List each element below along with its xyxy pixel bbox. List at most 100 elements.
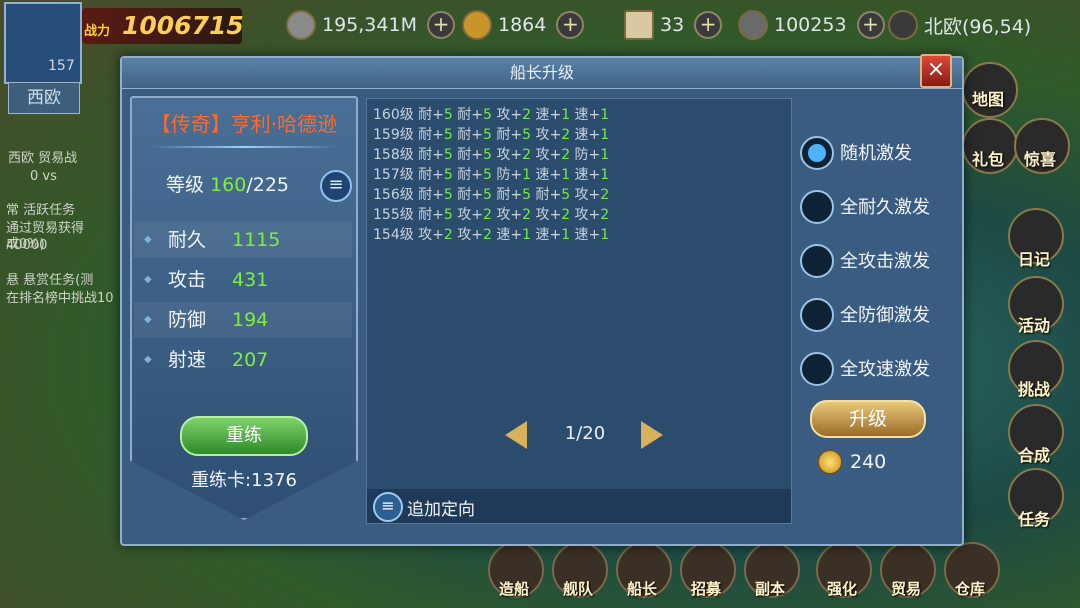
- captain-upgrade-dialog: 船长升级 × 【传奇】亨利·哈德逊 等级 160/225 ≡ ◆ 耐久 1115…: [120, 54, 964, 546]
- scroll-value: 33: [660, 14, 685, 36]
- log-entry: 速+1: [574, 227, 610, 243]
- log-entry: 速+1: [574, 167, 610, 183]
- add-gold-button[interactable]: +: [556, 11, 585, 39]
- log-line: 160级 耐+5 耐+5 攻+2 速+1 速+1: [373, 105, 609, 125]
- option-all-defense[interactable]: 全防御激发: [800, 296, 950, 336]
- log-level: 155级: [373, 207, 419, 223]
- stat-value: 207: [232, 349, 269, 371]
- log-level: 159级: [373, 127, 419, 143]
- captain-name: 【传奇】亨利·哈德逊: [150, 112, 338, 136]
- top-hud: 1006715 战力 157 西欧 195,341M + 1864 + 33 +…: [0, 0, 1080, 114]
- bottom-label-recruit[interactable]: 招募: [676, 578, 736, 599]
- left-hud-line[interactable]: 悬 悬赏任务(测: [6, 272, 93, 289]
- bottom-label-captain[interactable]: 船长: [612, 578, 672, 599]
- challenge-label[interactable]: 挑战: [1006, 376, 1062, 400]
- log-level: 158级: [373, 147, 419, 163]
- location-display[interactable]: 北欧(96,54): [888, 8, 1031, 42]
- prev-page-icon[interactable]: [505, 421, 527, 449]
- stat-value: 194: [232, 309, 269, 331]
- level-row: 等级 160/225: [166, 170, 289, 197]
- add-scroll-button[interactable]: +: [694, 11, 723, 39]
- left-hud-line[interactable]: 常 活跃任务: [6, 202, 75, 219]
- log-entry: 耐+5: [457, 127, 497, 143]
- append-direction-bar[interactable]: ≡ 追加定向: [367, 489, 791, 523]
- stat-value: 431: [232, 269, 269, 291]
- option-label[interactable]: 随机激发: [840, 139, 912, 165]
- power-label: 战力: [84, 24, 111, 39]
- option-label[interactable]: 全攻击激发: [840, 247, 930, 273]
- diary-label[interactable]: 日记: [1006, 246, 1062, 270]
- option-random[interactable]: 随机激发: [800, 134, 950, 174]
- log-entry: 速+1: [535, 167, 575, 183]
- add-silver-button[interactable]: +: [426, 11, 455, 39]
- log-entry: 攻+2: [418, 227, 458, 243]
- stat-label: 攻击: [168, 269, 207, 291]
- log-entry: 速+1: [535, 227, 575, 243]
- log-entry: 耐+5: [496, 187, 536, 203]
- silver-resource: 195,341M +: [286, 8, 455, 42]
- reset-button[interactable]: 重练: [180, 416, 308, 456]
- scroll-icon: [624, 10, 654, 40]
- next-page-icon[interactable]: [641, 421, 663, 449]
- bottom-label-shipbuild[interactable]: 造船: [484, 578, 544, 599]
- log-entry: 攻+2: [457, 227, 497, 243]
- surprise-label[interactable]: 惊喜: [1012, 146, 1068, 170]
- quest-label[interactable]: 任务: [1006, 506, 1062, 530]
- log-entry: 攻+2: [496, 147, 536, 163]
- cost-value: 240: [850, 451, 887, 473]
- scroll-resource: 33 +: [624, 8, 723, 42]
- stat-label: 耐久: [168, 229, 207, 251]
- bottom-label-enhance[interactable]: 强化: [812, 578, 872, 599]
- radio[interactable]: [800, 244, 834, 278]
- log-entry: 速+1: [535, 107, 575, 123]
- region-button[interactable]: 西欧: [8, 82, 80, 114]
- log-entry: 速+1: [574, 127, 610, 143]
- log-entry: 攻+2: [496, 107, 536, 123]
- activity-label[interactable]: 活动: [1006, 312, 1062, 336]
- log-line: 159级 耐+5 耐+5 耐+5 攻+2 速+1: [373, 125, 609, 145]
- log-line: 156级 耐+5 耐+5 耐+5 耐+5 攻+2: [373, 185, 609, 205]
- gold-resource: 1864 +: [462, 8, 585, 42]
- radio[interactable]: [800, 298, 834, 332]
- close-button[interactable]: ×: [920, 54, 952, 88]
- option-label[interactable]: 全耐久激发: [840, 193, 930, 219]
- bottom-menu: 造船 舰队 船长 招募 副本 强化 贸易 仓库: [480, 538, 1080, 608]
- log-entry: 攻+2: [496, 207, 536, 223]
- option-label[interactable]: 全攻速激发: [840, 355, 930, 381]
- craft-label[interactable]: 合成: [1006, 442, 1062, 466]
- log-line: 154级 攻+2 攻+2 速+1 速+1 速+1: [373, 225, 609, 245]
- dialog-title: 船长升级: [122, 58, 962, 89]
- option-label[interactable]: 全防御激发: [840, 301, 930, 327]
- stat-row-attack: ◆ 攻击 431: [134, 262, 352, 298]
- option-all-durability[interactable]: 全耐久激发: [800, 188, 950, 228]
- add-cannonball-button[interactable]: +: [856, 11, 885, 39]
- upgrade-log-panel: 160级 耐+5 耐+5 攻+2 速+1 速+1 159级 耐+5 耐+5 耐+…: [366, 98, 792, 524]
- log-level: 157级: [373, 167, 419, 183]
- radio[interactable]: [800, 352, 834, 386]
- level-menu-button[interactable]: ≡: [320, 170, 352, 202]
- cannonball-icon: [738, 10, 768, 40]
- list-icon[interactable]: ≡: [373, 492, 403, 522]
- log-line: 157级 耐+5 耐+5 防+1 速+1 速+1: [373, 165, 609, 185]
- log-entry: 攻+2: [535, 207, 575, 223]
- gift-label[interactable]: 礼包: [960, 146, 1016, 170]
- radio[interactable]: [800, 190, 834, 224]
- cannonball-resource: 100253 +: [738, 8, 885, 42]
- stat-label: 射速: [168, 349, 207, 371]
- silver-coin-icon: [286, 10, 316, 40]
- log-entry: 防+1: [574, 147, 610, 163]
- radio-selected[interactable]: [800, 136, 834, 170]
- upgrade-button[interactable]: 升级: [810, 400, 926, 438]
- option-all-speed[interactable]: 全攻速激发: [800, 350, 950, 390]
- append-direction-label[interactable]: 追加定向: [407, 495, 475, 520]
- level-label: 等级: [166, 174, 205, 196]
- log-level: 156级: [373, 187, 419, 203]
- bottom-label-dungeon[interactable]: 副本: [740, 578, 800, 599]
- map-label[interactable]: 地图: [960, 86, 1016, 110]
- log-entry: 攻+2: [574, 207, 610, 223]
- bottom-label-warehouse[interactable]: 仓库: [940, 578, 1000, 599]
- bottom-label-fleet[interactable]: 舰队: [548, 578, 608, 599]
- log-entry: 耐+5: [418, 167, 458, 183]
- option-all-attack[interactable]: 全攻击激发: [800, 242, 950, 282]
- bottom-label-trade[interactable]: 贸易: [876, 578, 936, 599]
